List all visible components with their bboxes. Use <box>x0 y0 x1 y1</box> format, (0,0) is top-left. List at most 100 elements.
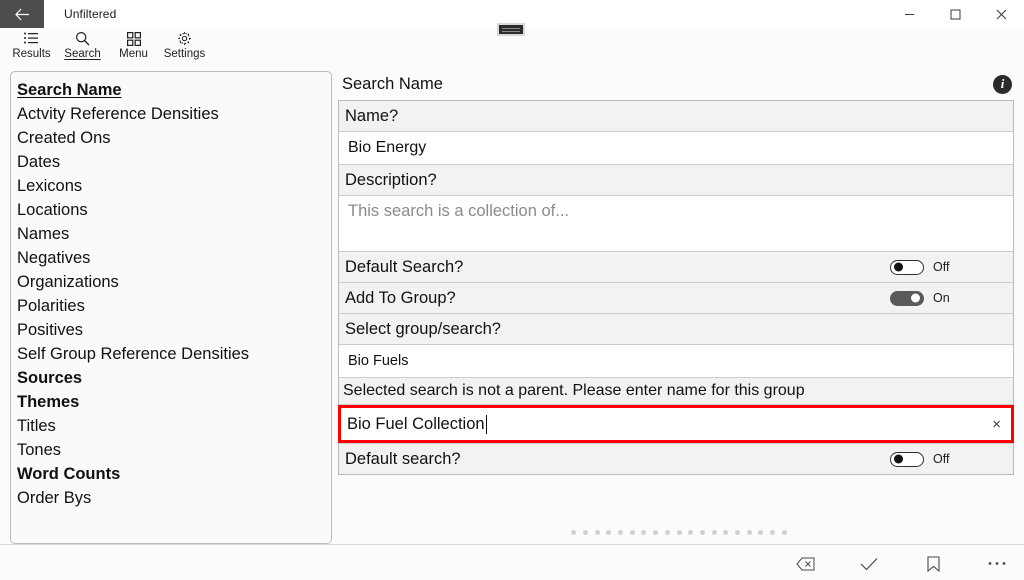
pagination-dot[interactable] <box>641 530 647 535</box>
default-search-toggle-wrap: Off <box>890 259 1013 275</box>
pagination-dot[interactable] <box>629 530 635 535</box>
pagination-dot[interactable] <box>770 530 775 535</box>
pagination-dot[interactable] <box>699 530 705 535</box>
group-name-input[interactable]: Bio Fuel Collection × <box>338 405 1014 443</box>
add-to-group-state: On <box>933 291 950 305</box>
sidebar-item[interactable]: Self Group Reference Densities <box>16 342 331 366</box>
sidebar-item[interactable]: Search Name <box>16 78 331 102</box>
sidebar-item[interactable]: Dates <box>16 150 331 174</box>
close-icon <box>996 9 1006 19</box>
pagination-dots[interactable] <box>344 530 1014 535</box>
sidebar-item[interactable]: Names <box>16 222 331 246</box>
group-name-row: Bio Fuel Collection × <box>338 405 1014 444</box>
sidebar-region: Search Name Actvity Reference Densities Cr… <box>0 68 332 544</box>
pagination-dot[interactable] <box>734 530 740 535</box>
bookmark-icon[interactable] <box>920 555 946 572</box>
name-input[interactable]: Bio Energy <box>339 132 1013 164</box>
minimize-icon <box>904 13 914 15</box>
text-caret <box>485 414 488 434</box>
toggle-knob <box>894 262 903 272</box>
drag-handle[interactable] <box>497 23 525 36</box>
select-group-input[interactable]: Bio Fuels <box>339 345 1013 377</box>
search-form: Name? Bio Energy Description? This searc… <box>338 100 1014 475</box>
tab-label: Search <box>64 48 101 60</box>
back-arrow-icon <box>14 8 29 20</box>
check-icon[interactable] <box>856 557 882 571</box>
sidebar-item[interactable]: Tones <box>16 438 331 462</box>
tab-results[interactable]: Results <box>6 28 57 60</box>
toggle-knob <box>911 293 920 303</box>
default-search2-toggle[interactable] <box>890 451 924 467</box>
name-label: Name? <box>339 101 1013 131</box>
tab-label: Results <box>12 48 51 60</box>
add-to-group-toggle[interactable] <box>890 290 924 306</box>
window-title: Unfiltered <box>64 7 117 21</box>
default-search-state: Off <box>933 260 950 274</box>
sidebar-item[interactable]: Actvity Reference Densities <box>16 102 331 126</box>
description-input[interactable]: This search is a collection of... <box>339 196 1013 251</box>
sidebar-item[interactable]: Themes <box>16 390 331 414</box>
pagination-dot[interactable] <box>711 530 717 535</box>
pagination-dot[interactable] <box>723 530 729 535</box>
select-group-label: Select group/search? <box>339 314 1013 344</box>
tab-settings[interactable]: Settings <box>159 28 210 60</box>
pagination-dot[interactable] <box>571 530 577 535</box>
tab-search[interactable]: Search <box>57 28 108 60</box>
warning-text: Selected search is not a parent. Please … <box>339 378 1013 404</box>
add-to-group-label: Add To Group? <box>345 288 456 307</box>
gear-icon <box>177 30 192 47</box>
pagination-dot[interactable] <box>746 530 752 535</box>
toggle-knob <box>894 454 903 464</box>
back-button[interactable] <box>0 0 44 28</box>
sidebar-item[interactable]: Word Counts <box>16 462 331 486</box>
page-title: Search Name <box>342 74 443 93</box>
sidebar-item[interactable]: Locations <box>16 198 331 222</box>
pagination-dot[interactable] <box>653 530 659 535</box>
sidebar-item[interactable]: Created Ons <box>16 126 331 150</box>
default-search2-state: Off <box>933 452 950 466</box>
pagination-dot[interactable] <box>594 530 600 535</box>
field-list[interactable]: Search Name Actvity Reference Densities Cr… <box>10 71 332 544</box>
default-search2-row: Default search? Off <box>339 444 1013 474</box>
pagination-dot[interactable] <box>664 530 670 535</box>
description-label-row: Description? <box>339 165 1013 196</box>
add-to-group-toggle-row: Add To Group? On <box>339 283 1013 313</box>
title-bar: Unfiltered <box>0 0 1024 36</box>
window-controls <box>886 0 1024 28</box>
default-search-label: Default Search? <box>345 257 464 276</box>
pagination-dot[interactable] <box>606 530 612 535</box>
backspace-icon[interactable] <box>792 557 818 571</box>
pagination-dot[interactable] <box>676 530 682 535</box>
tab-menu[interactable]: Menu <box>108 28 159 60</box>
sidebar-item[interactable]: Organizations <box>16 270 331 294</box>
close-button[interactable] <box>978 0 1024 28</box>
sidebar-item[interactable]: Order Bys <box>16 486 331 510</box>
select-group-label-row: Select group/search? <box>339 314 1013 345</box>
sidebar-item[interactable]: Titles <box>16 414 331 438</box>
sidebar-item[interactable]: Polarities <box>16 294 331 318</box>
add-to-group-toggle-wrap: On <box>890 290 1013 306</box>
grid-icon <box>126 30 141 47</box>
sidebar-item[interactable]: Negatives <box>16 246 331 270</box>
default-search-toggle-row: Default Search? Off <box>339 252 1013 282</box>
name-label-row: Name? <box>339 101 1013 132</box>
pagination-dot[interactable] <box>583 530 588 535</box>
sidebar-item[interactable]: Sources <box>16 366 331 390</box>
minimize-button[interactable] <box>886 0 932 28</box>
maximize-button[interactable] <box>932 0 978 28</box>
sidebar-item[interactable]: Lexicons <box>16 174 331 198</box>
default-search-toggle[interactable] <box>890 259 924 275</box>
pagination-dot[interactable] <box>781 530 787 535</box>
pagination-dot[interactable] <box>688 530 694 535</box>
description-value-row: This search is a collection of... <box>339 196 1013 252</box>
select-group-value-row: Bio Fuels <box>339 345 1013 378</box>
list-icon <box>24 30 39 47</box>
default-search2-toggle-row: Default search? Off <box>339 444 1013 474</box>
pagination-dot[interactable] <box>758 530 764 535</box>
clear-icon[interactable]: × <box>992 417 1001 432</box>
pagination-dot[interactable] <box>618 530 624 535</box>
info-icon[interactable]: i <box>993 74 1012 94</box>
tab-label: Menu <box>119 48 148 60</box>
more-icon[interactable] <box>984 561 1010 566</box>
sidebar-item[interactable]: Positives <box>16 318 331 342</box>
